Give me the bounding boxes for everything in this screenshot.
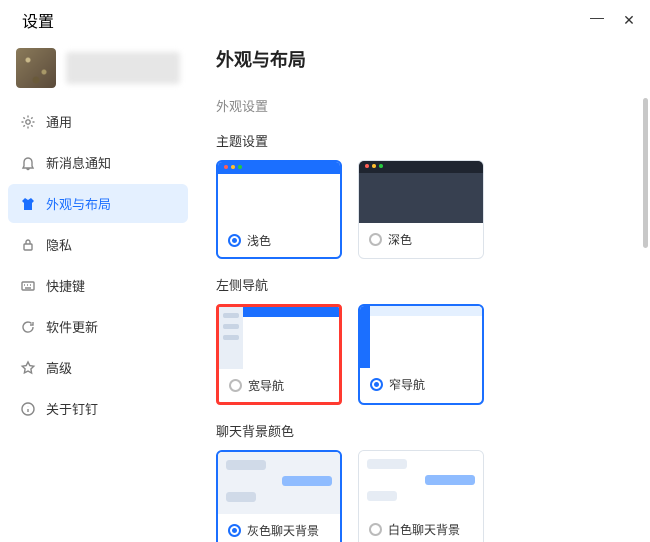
theme-option-label-row: 深色 [359, 223, 483, 256]
sidebar-item-shortcuts[interactable]: 快捷键 [8, 266, 188, 305]
sidebar-item-general[interactable]: 通用 [8, 102, 188, 141]
radio-icon [229, 379, 242, 392]
star-icon [20, 360, 36, 376]
minimize-button[interactable]: — [590, 9, 604, 25]
option-label: 浅色 [247, 232, 271, 249]
gear-icon [20, 114, 36, 130]
sidebar-item-privacy[interactable]: 隐私 [8, 225, 188, 264]
sidebar-item-label: 高级 [46, 358, 72, 377]
sidebar-item-notifications[interactable]: 新消息通知 [8, 143, 188, 182]
chatbg-group-title: 聊天背景颜色 [216, 421, 638, 440]
window-controls: — ✕ [590, 12, 636, 29]
chatbg-option-white[interactable]: 白色聊天背景 [358, 450, 484, 542]
bell-icon [20, 155, 36, 171]
leftnav-option-wide[interactable]: 宽导航 [216, 304, 342, 405]
chatbg-option-label-row: 白色聊天背景 [359, 513, 483, 542]
info-icon [20, 401, 36, 417]
leftnav-preview-wide [219, 307, 339, 369]
shirt-icon [20, 196, 36, 212]
leftnav-option-narrow[interactable]: 窄导航 [358, 304, 484, 405]
scrollbar[interactable] [643, 98, 648, 248]
theme-option-light[interactable]: 浅色 [216, 160, 342, 259]
option-label: 白色聊天背景 [388, 521, 460, 538]
option-label: 灰色聊天背景 [247, 522, 319, 539]
theme-preview-dark [359, 161, 483, 223]
theme-option-label-row: 浅色 [218, 224, 340, 257]
option-label: 窄导航 [389, 376, 425, 393]
sidebar-nav: 通用 新消息通知 外观与布局 隐私 快捷键 软件更新 [8, 102, 188, 428]
sidebar-item-appearance[interactable]: 外观与布局 [8, 184, 188, 223]
profile[interactable] [8, 42, 188, 102]
sidebar-item-label: 新消息通知 [46, 153, 111, 172]
chatbg-options: 灰色聊天背景 白色聊天背景 [216, 450, 638, 542]
sidebar-item-about[interactable]: 关于钉钉 [8, 389, 188, 428]
sidebar-item-label: 通用 [46, 112, 72, 131]
section-subtitle: 外观设置 [216, 96, 638, 115]
chatbg-preview-gray [218, 452, 340, 514]
avatar [16, 48, 56, 88]
theme-option-dark[interactable]: 深色 [358, 160, 484, 259]
sidebar-item-label: 隐私 [46, 235, 72, 254]
theme-options: 浅色 深色 [216, 160, 638, 259]
lock-icon [20, 237, 36, 253]
radio-icon [369, 523, 382, 536]
sidebar: 通用 新消息通知 外观与布局 隐私 快捷键 软件更新 [0, 38, 196, 542]
radio-icon [228, 524, 241, 537]
radio-icon [369, 233, 382, 246]
sidebar-item-advanced[interactable]: 高级 [8, 348, 188, 387]
radio-icon [370, 378, 383, 391]
leftnav-preview-narrow [360, 306, 482, 368]
sidebar-item-label: 软件更新 [46, 317, 98, 336]
radio-icon [228, 234, 241, 247]
sidebar-item-label: 关于钉钉 [46, 399, 98, 418]
option-label: 深色 [388, 231, 412, 248]
sidebar-item-update[interactable]: 软件更新 [8, 307, 188, 346]
main: 外观与布局 外观设置 主题设置 浅色 [196, 38, 650, 542]
leftnav-option-label-row: 宽导航 [219, 369, 339, 402]
sidebar-item-label: 外观与布局 [46, 194, 111, 213]
chatbg-option-gray[interactable]: 灰色聊天背景 [216, 450, 342, 542]
theme-preview-light [218, 162, 340, 224]
keyboard-icon [20, 278, 36, 294]
leftnav-options: 宽导航 窄导航 [216, 304, 638, 405]
refresh-icon [20, 319, 36, 335]
chatbg-option-label-row: 灰色聊天背景 [218, 514, 340, 542]
option-label: 宽导航 [248, 377, 284, 394]
theme-group-title: 主题设置 [216, 131, 638, 150]
titlebar: 设置 — ✕ [0, 0, 650, 38]
content: 通用 新消息通知 外观与布局 隐私 快捷键 软件更新 [0, 38, 650, 542]
leftnav-group-title: 左侧导航 [216, 275, 638, 294]
close-button[interactable]: ✕ [622, 12, 636, 29]
window-title: 设置 [22, 8, 54, 32]
sidebar-item-label: 快捷键 [46, 276, 85, 295]
chatbg-preview-white [359, 451, 483, 513]
page-title: 外观与布局 [216, 46, 638, 72]
profile-name-redacted [66, 52, 180, 84]
leftnav-option-label-row: 窄导航 [360, 368, 482, 401]
